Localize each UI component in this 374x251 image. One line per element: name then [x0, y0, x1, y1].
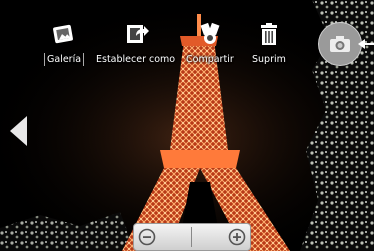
tower-deck: [160, 150, 240, 168]
camera-button[interactable]: [318, 22, 362, 66]
trash-icon: [260, 23, 277, 45]
gallery-icon: [53, 24, 73, 44]
delete-label: Suprim: [252, 54, 286, 65]
zoom-in-icon[interactable]: [228, 228, 246, 246]
camera-icon: [330, 36, 350, 52]
zoom-divider: [191, 227, 192, 247]
zoom-out-icon[interactable]: [138, 228, 156, 246]
set-as-label: Establecer como: [96, 54, 176, 65]
gallery-button[interactable]: Galería: [44, 20, 85, 66]
gallery-label: Galería: [44, 53, 85, 66]
share-button[interactable]: Compartir: [184, 20, 236, 66]
set-as-icon: [126, 25, 149, 43]
delete-button[interactable]: Suprim: [250, 20, 288, 66]
camera-pointer-arrow: [358, 39, 365, 49]
share-label: Compartir: [186, 54, 234, 65]
previous-image-button[interactable]: [10, 116, 27, 146]
share-icon: [200, 22, 220, 44]
zoom-controls: [133, 223, 251, 251]
set-as-button[interactable]: Establecer como: [94, 20, 177, 66]
